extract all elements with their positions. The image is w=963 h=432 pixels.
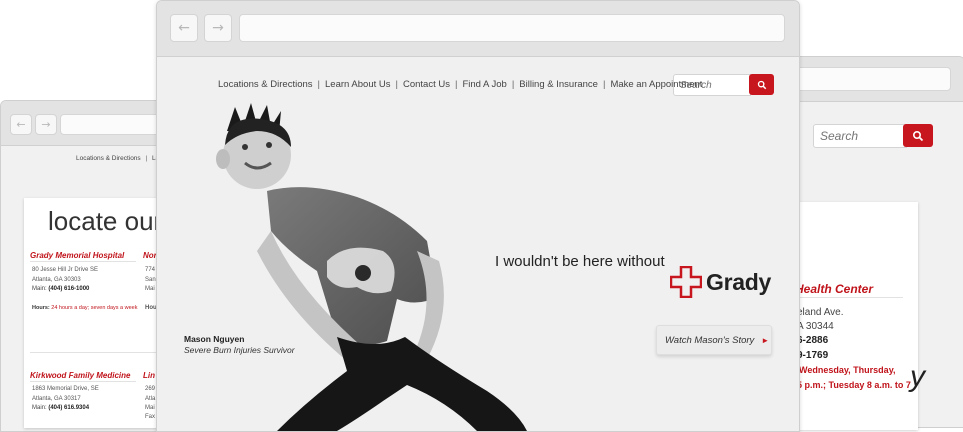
hero-tagline: I wouldn't be here without — [495, 253, 665, 270]
divider — [30, 381, 136, 382]
location-name[interactable]: Nor — [143, 251, 157, 260]
location-city: Atlanta, GA 30303 — [32, 277, 81, 283]
location-city: San — [145, 277, 156, 283]
back-button[interactable]: ← — [170, 14, 198, 42]
back-button[interactable]: ← — [10, 114, 32, 135]
grady-cross-logo-icon — [670, 266, 702, 298]
nav-separator: | — [602, 79, 606, 90]
nav-separator: | — [145, 155, 148, 162]
address-bar[interactable] — [775, 67, 951, 91]
location-city: Atla — [145, 396, 156, 402]
main-browser-toolbar: ← → — [157, 1, 799, 57]
location-phone: Main: (404) 616-1000 — [32, 286, 90, 292]
nav-link-learn-about-us[interactable]: Learn About Us — [325, 79, 391, 90]
location-name[interactable]: Kirkwood Family Medicine — [30, 371, 130, 380]
nav-separator: | — [454, 79, 458, 90]
center-hours-days: Wednesday, Thursday, — [799, 365, 896, 375]
location-name[interactable]: Grady Memorial Hospital — [30, 251, 124, 260]
caption-name: Mason Nguyen — [184, 334, 245, 344]
search-button[interactable] — [749, 74, 774, 95]
location-address: 269 — [145, 386, 156, 392]
address-bar[interactable] — [239, 14, 785, 42]
center-phone-main: 6-2886 — [797, 335, 829, 346]
forward-button[interactable]: → — [35, 114, 57, 135]
left-nav-preview: Locations & Directions | Le — [76, 155, 159, 162]
center-city: A 30344 — [797, 321, 834, 332]
locate-heading: locate our — [48, 206, 163, 236]
health-center-name[interactable]: Health Center — [795, 282, 873, 296]
divider — [795, 297, 903, 298]
nav-link-locations[interactable]: Locations & Directions — [76, 155, 141, 162]
forward-button[interactable]: → — [204, 14, 232, 42]
location-fax: Fax — [145, 414, 156, 420]
location-phone: Main: (404) 616.9304 — [32, 405, 90, 411]
nav-link-locations[interactable]: Locations & Directions — [218, 79, 313, 90]
play-arrow-icon: ► — [761, 335, 770, 345]
divider — [30, 261, 136, 262]
search-button[interactable] — [903, 124, 933, 147]
watch-story-button[interactable]: Watch Mason's Story ► — [656, 325, 772, 355]
center-address: eland Ave. — [797, 307, 844, 318]
location-address: 774 — [145, 267, 156, 273]
location-address: 80 Jesse Hill Jr Drive SE — [32, 267, 99, 273]
search-input[interactable] — [814, 125, 906, 147]
main-browser-window: ← → — [156, 0, 800, 432]
location-city: Atlanta, GA 30317 — [32, 396, 81, 402]
nav-link-billing-insurance[interactable]: Billing & Insurance — [519, 79, 598, 90]
right-browser-toolbar — [775, 57, 963, 102]
search-icon — [912, 130, 924, 141]
nav-link-contact-us[interactable]: Contact Us — [403, 79, 450, 90]
location-main: Mai — [145, 286, 155, 292]
location-hours: Hou — [145, 305, 157, 311]
nav-link-find-a-job[interactable]: Find A Job — [462, 79, 506, 90]
nav-separator: | — [511, 79, 515, 90]
card-pointer — [30, 203, 38, 219]
main-page — [157, 57, 799, 431]
fragment-letter: y — [910, 360, 925, 393]
watch-story-label: Watch Mason's Story — [665, 334, 755, 346]
center-phone-alt: 9-1769 — [797, 350, 829, 361]
center-hours-times: 5 p.m.; Tuesday 8 a.m. to 7 — [797, 380, 911, 390]
nav-link-make-appointment[interactable]: Make an Appointment — [610, 79, 702, 90]
divider — [30, 352, 156, 353]
search-box — [813, 124, 907, 148]
location-main: Mai — [145, 405, 155, 411]
search-icon — [757, 80, 766, 89]
location-address: 1863 Memorial Drive, SE — [32, 386, 99, 392]
nav-separator: | — [395, 79, 398, 90]
nav-separator: | — [317, 79, 320, 90]
location-name[interactable]: Lin — [143, 371, 155, 380]
caption-description: Severe Burn Injuries Survivor — [184, 345, 295, 355]
location-hours: Hours: 24 hours a day; seven days a week — [32, 305, 138, 311]
grady-logo-text: Grady — [706, 269, 771, 295]
top-nav: Locations & Directions | Learn About Us | … — [218, 79, 702, 90]
